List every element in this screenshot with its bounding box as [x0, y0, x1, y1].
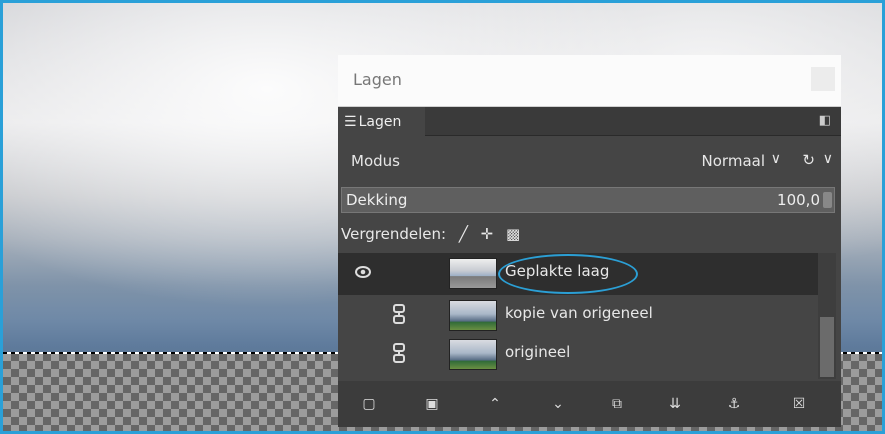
menu-icon: ☰ — [344, 113, 357, 130]
layer-actions-bar: ▢ ▣ ⌃ ⌄ ⧉ ⇊ ⚓ ☒ — [338, 381, 841, 427]
highlight-ellipse — [498, 254, 638, 294]
new-layer-group-icon[interactable]: ▣ — [421, 394, 443, 414]
layer-thumbnail — [449, 258, 497, 289]
dialog-titlebar: Lagen — [338, 55, 841, 107]
layer-name[interactable]: kopie van origeneel — [505, 304, 653, 322]
composite-mode-icon[interactable]: ↻ — [802, 151, 815, 169]
layer-row[interactable]: Geplakte laag — [338, 253, 818, 295]
anchor-layer-icon[interactable]: ⚓ — [723, 394, 745, 414]
duplicate-layer-icon[interactable]: ⧉ — [606, 394, 628, 414]
layer-scrollbar[interactable] — [818, 253, 836, 379]
mode-dropdown[interactable]: Normaal — [702, 152, 765, 170]
eye-icon[interactable] — [354, 264, 372, 282]
dock-menu-icon[interactable]: ◧ — [819, 113, 831, 128]
chevron-down-icon[interactable]: ∨ — [771, 151, 781, 167]
lock-position-icon[interactable]: ✛ — [481, 225, 494, 243]
locks-label: Vergrendelen: — [341, 225, 447, 243]
merge-down-icon[interactable]: ⇊ — [664, 394, 686, 414]
scrollbar-thumb[interactable] — [820, 317, 834, 377]
dialog-title: Lagen — [353, 70, 402, 89]
chain-icon[interactable] — [392, 304, 406, 324]
chevron-down-icon[interactable]: ∨ — [823, 151, 833, 167]
raise-layer-icon[interactable]: ⌃ — [484, 394, 506, 414]
new-layer-icon[interactable]: ▢ — [358, 394, 380, 414]
lock-alpha-icon[interactable]: ▩ — [506, 225, 520, 243]
mode-label: Modus — [351, 152, 400, 170]
delete-layer-icon[interactable]: ☒ — [788, 394, 810, 414]
layer-row[interactable]: origineel — [338, 334, 818, 373]
layer-thumbnail — [449, 339, 497, 370]
layers-dialog: Lagen ☰ Lagen ◧ Modus Normaal ∨ ↻ ∨ Dekk… — [338, 55, 841, 427]
locks-row: Vergrendelen: ╱ ✛ ▩ — [341, 225, 520, 251]
tab-label: Lagen — [358, 113, 402, 130]
spin-icon[interactable] — [823, 192, 832, 208]
tab-layers[interactable]: ☰ Lagen — [338, 107, 425, 136]
opacity-slider[interactable]: Dekking 100,0 — [341, 187, 835, 213]
chain-icon[interactable] — [392, 343, 406, 363]
close-icon[interactable] — [811, 67, 835, 91]
lock-pixels-icon[interactable]: ╱ — [459, 225, 468, 243]
layer-list: Geplakte laag kopie van origeneel origin… — [338, 253, 818, 379]
layer-row[interactable]: kopie van origeneel — [338, 295, 818, 334]
layer-name[interactable]: origineel — [505, 343, 570, 361]
lower-layer-icon[interactable]: ⌄ — [547, 394, 569, 414]
opacity-label: Dekking — [346, 191, 408, 209]
layer-thumbnail — [449, 300, 497, 331]
opacity-value: 100,0 — [777, 191, 820, 209]
mode-row: Modus Normaal ∨ ↻ ∨ — [338, 140, 841, 184]
dock-tabs: ☰ Lagen ◧ — [338, 107, 841, 136]
